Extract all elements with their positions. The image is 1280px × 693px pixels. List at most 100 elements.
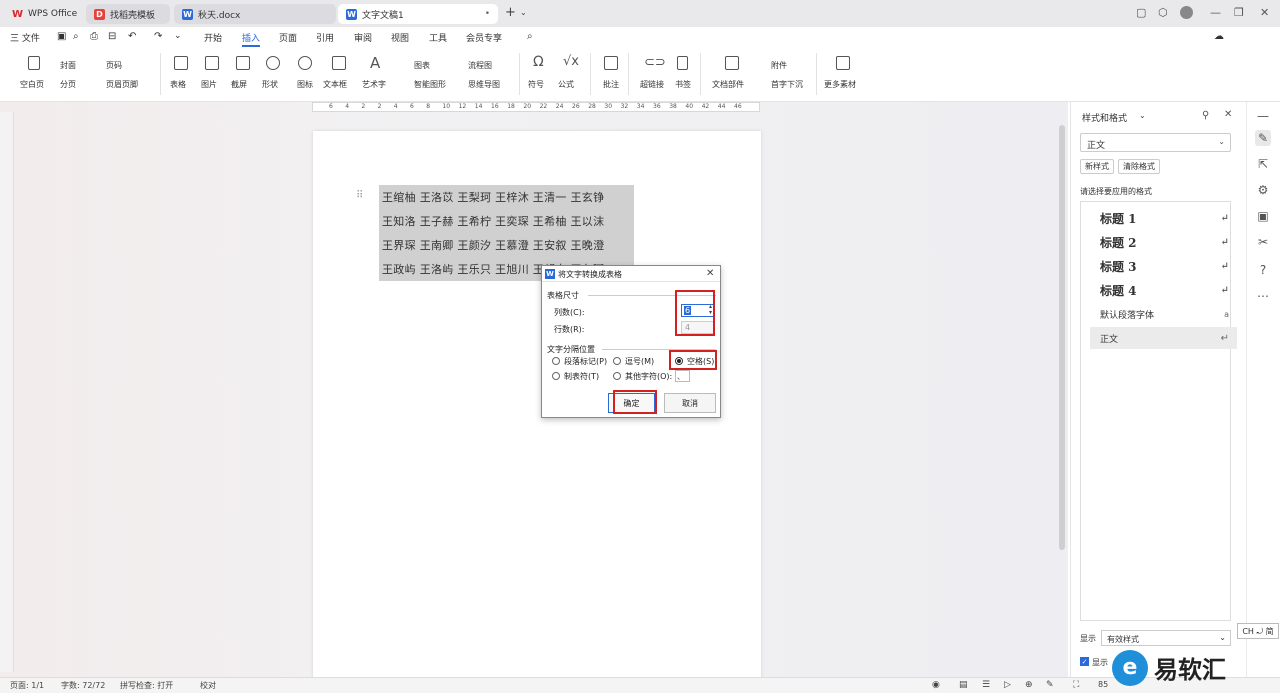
close-tab-icon[interactable]: • bbox=[485, 9, 490, 19]
outline-view-icon[interactable]: ☰ bbox=[982, 680, 990, 690]
cover-button[interactable]: 封面 bbox=[60, 60, 76, 71]
style-heading-2[interactable]: 标题 2 ↵ bbox=[1090, 231, 1237, 253]
vertical-scrollbar[interactable] bbox=[1059, 125, 1065, 550]
help-icon[interactable]: ? bbox=[1255, 262, 1271, 278]
cursor-icon[interactable]: ⇱ bbox=[1255, 156, 1271, 172]
flowchart-button[interactable]: 流程图 bbox=[468, 60, 492, 71]
close-window-icon[interactable]: ✕ bbox=[1260, 6, 1269, 19]
shape-button[interactable]: 形状 bbox=[262, 79, 278, 90]
drag-handle-icon[interactable]: ⠿ bbox=[356, 190, 363, 201]
eye-icon[interactable]: ◉ bbox=[932, 680, 940, 690]
page-view-icon[interactable]: ▤ bbox=[959, 680, 968, 690]
radio-comma[interactable] bbox=[613, 357, 621, 365]
comment-button[interactable]: 批注 bbox=[603, 79, 619, 90]
pen-icon[interactable]: ✎ bbox=[1255, 130, 1271, 146]
mindmap-button[interactable]: 思维导图 bbox=[468, 79, 500, 90]
tab-autumn-doc[interactable]: W 秋天.docx bbox=[174, 4, 336, 24]
print-icon[interactable]: ⎙ bbox=[90, 31, 98, 42]
file-menu[interactable]: 三 文件 bbox=[10, 31, 40, 44]
other-char-input[interactable]: 、 bbox=[675, 370, 690, 382]
search-icon[interactable]: ⌕ bbox=[527, 31, 533, 42]
doc-parts-button[interactable]: 文档部件 bbox=[712, 79, 744, 90]
chevron-down-icon[interactable]: ⌄ bbox=[520, 8, 527, 17]
minus-icon[interactable]: — bbox=[1255, 108, 1271, 124]
pen-icon[interactable]: ✎ bbox=[1046, 680, 1054, 690]
menu-view[interactable]: 视图 bbox=[391, 31, 409, 44]
zoom-level[interactable]: 85 bbox=[1098, 680, 1108, 689]
menu-tools[interactable]: 工具 bbox=[429, 31, 447, 44]
play-icon[interactable]: ▷ bbox=[1004, 680, 1011, 690]
cancel-button[interactable]: 取消 bbox=[664, 393, 716, 413]
cloud-icon[interactable]: ☁ bbox=[1214, 31, 1224, 42]
radio-other[interactable] bbox=[613, 372, 621, 380]
undo-icon[interactable]: ↶ bbox=[128, 31, 136, 42]
pin-icon[interactable]: ⚲ bbox=[1202, 110, 1209, 121]
page-number-button[interactable]: 页码 bbox=[106, 60, 122, 71]
hyperlink-button[interactable]: 超链接 bbox=[640, 79, 664, 90]
tab-wps-office[interactable]: W WPS Office bbox=[4, 4, 80, 24]
minimize-icon[interactable]: — bbox=[1210, 6, 1221, 19]
table-button[interactable]: 表格 bbox=[170, 79, 186, 90]
menu-member[interactable]: 会员专享 bbox=[466, 31, 502, 44]
style-heading-4[interactable]: 标题 4 ↵ bbox=[1090, 279, 1237, 301]
menu-references[interactable]: 引用 bbox=[316, 31, 334, 44]
web-view-icon[interactable]: ⊕ bbox=[1025, 680, 1033, 690]
close-icon[interactable]: ✕ bbox=[706, 268, 714, 279]
page-count[interactable]: 页面: 1/1 bbox=[10, 680, 44, 691]
more-icon[interactable]: ⋯ bbox=[1255, 288, 1271, 304]
bookmark-button[interactable]: 书签 bbox=[675, 79, 691, 90]
window-layout-icon[interactable]: ▢ bbox=[1136, 6, 1146, 19]
radio-paragraph[interactable] bbox=[552, 357, 560, 365]
save-icon[interactable]: ▣ bbox=[57, 31, 66, 42]
style-heading-3[interactable]: 标题 3 ↵ bbox=[1090, 255, 1237, 277]
picture-button[interactable]: 图片 bbox=[201, 79, 217, 90]
spell-check[interactable]: 拼写检查: 打开 bbox=[120, 680, 173, 691]
wordart-button[interactable]: 艺术字 bbox=[362, 79, 386, 90]
smart-shape-button[interactable]: 智能图形 bbox=[414, 79, 446, 90]
icon-button[interactable]: 图标 bbox=[297, 79, 313, 90]
avatar[interactable] bbox=[1180, 6, 1193, 19]
drop-cap-button[interactable]: 首字下沉 bbox=[771, 79, 803, 90]
image-icon[interactable]: ▣ bbox=[1255, 208, 1271, 224]
proofread-button[interactable]: 校对 bbox=[200, 680, 216, 691]
menu-review[interactable]: 审阅 bbox=[354, 31, 372, 44]
tab-document-1[interactable]: W 文字文稿1 • bbox=[338, 4, 498, 24]
style-body-text[interactable]: 正文 ↵ bbox=[1090, 327, 1237, 349]
screenshot-button[interactable]: 截屏 bbox=[231, 79, 247, 90]
open-icon[interactable]: ⌕ bbox=[73, 31, 79, 42]
redo-icon[interactable]: ↷ bbox=[154, 31, 162, 42]
menu-start[interactable]: 开始 bbox=[204, 31, 222, 44]
restore-icon[interactable]: ❐ bbox=[1234, 6, 1244, 19]
show-preview-checkbox[interactable]: ✓ bbox=[1080, 657, 1089, 666]
attachment-button[interactable]: 附件 bbox=[771, 60, 787, 71]
radio-tab[interactable] bbox=[552, 372, 560, 380]
close-icon[interactable]: ✕ bbox=[1224, 109, 1232, 120]
chart-button[interactable]: 图表 bbox=[414, 60, 430, 71]
print-preview-icon[interactable]: ⊟ bbox=[108, 31, 116, 42]
chevron-down-icon[interactable]: ⌄ bbox=[1139, 111, 1146, 120]
style-heading-1[interactable]: 标题 1 ↵ bbox=[1090, 207, 1237, 229]
adjust-icon[interactable]: ⚙ bbox=[1255, 182, 1271, 198]
page-break-button[interactable]: 分页 bbox=[60, 79, 76, 90]
header-footer-button[interactable]: 页眉页脚 bbox=[106, 79, 138, 90]
new-style-button[interactable]: 新样式 bbox=[1080, 159, 1114, 174]
current-style-select[interactable]: 正文 ⌄ bbox=[1080, 133, 1231, 152]
menu-page[interactable]: 页面 bbox=[279, 31, 297, 44]
tools-icon[interactable]: ✂ bbox=[1255, 234, 1271, 250]
chevron-down-icon[interactable]: ⌄ bbox=[174, 31, 182, 41]
more-material-button[interactable]: 更多素材 bbox=[824, 79, 856, 90]
symbol-button[interactable]: 符号 bbox=[528, 79, 544, 90]
document-text-line[interactable]: 王知洛 王子赫 王希柠 王奕琛 王希柚 王以沫 bbox=[379, 209, 634, 233]
style-default-paragraph-font[interactable]: 默认段落字体 a bbox=[1090, 303, 1237, 325]
cube-icon[interactable]: ⬡ bbox=[1158, 6, 1168, 19]
tab-docer[interactable]: D 找稻壳模板 bbox=[86, 4, 170, 24]
clear-format-button[interactable]: 清除格式 bbox=[1118, 159, 1160, 174]
blank-page-button[interactable]: 空白页 bbox=[20, 79, 44, 90]
textbox-button[interactable]: 文本框 bbox=[323, 79, 347, 90]
horizontal-ruler[interactable]: 6 4 2 2 4 6 8 10 12 14 16 18 20 22 24 26 28 30 32 34 36 38 40 4… bbox=[312, 102, 760, 112]
word-count[interactable]: 字数: 72/72 bbox=[61, 680, 105, 691]
document-text-line[interactable]: 王界琛 王南卿 王颜汐 王慕澄 王安叙 王晚澄 bbox=[379, 233, 634, 257]
ime-indicator[interactable]: CH ⤾ 简 bbox=[1237, 623, 1279, 639]
fit-icon[interactable]: ⛶ bbox=[1073, 680, 1079, 690]
formula-button[interactable]: 公式 bbox=[558, 79, 574, 90]
